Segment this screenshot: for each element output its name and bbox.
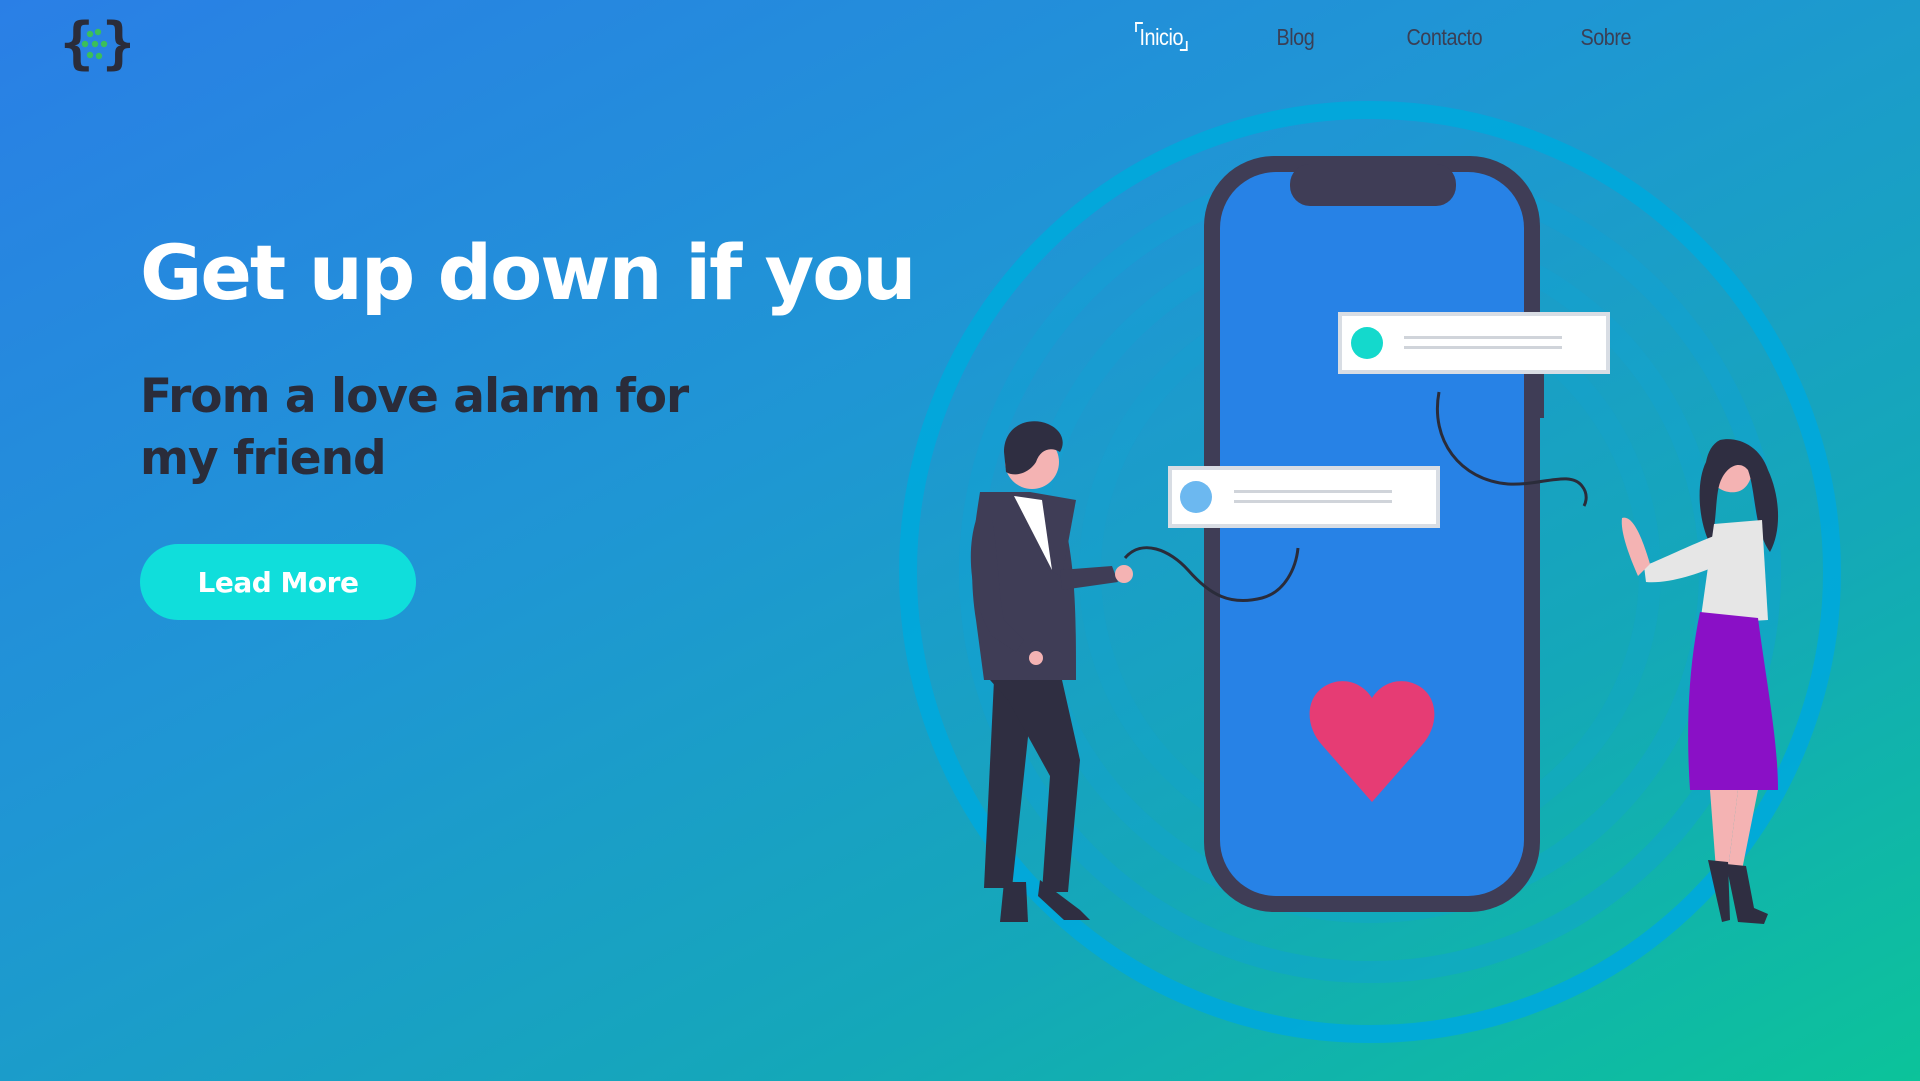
brand-logo-icon[interactable]: { } <box>60 12 130 72</box>
message-bubble-middle <box>1168 466 1440 528</box>
nav-contacto-link[interactable]: Contacto <box>1403 22 1486 53</box>
hero-title: Get up down if you <box>140 228 917 317</box>
phone-side-button <box>1538 370 1544 418</box>
nav-inicio-link[interactable]: Inicio <box>1135 22 1188 53</box>
svg-text:{: { <box>60 12 94 72</box>
main-nav: Inicio Blog Contacto Sobre <box>1135 22 1722 53</box>
hero-subtitle: From a love alarm for my friend <box>140 369 689 486</box>
nav-blog-link[interactable]: Blog <box>1273 22 1318 53</box>
love-alarm-illustration <box>899 101 1841 1043</box>
message-bubble-top <box>1338 312 1610 374</box>
lead-more-button[interactable]: Lead More <box>140 544 416 620</box>
nav-sobre-link[interactable]: Sobre <box>1577 22 1635 53</box>
phone-notch <box>1290 164 1456 206</box>
